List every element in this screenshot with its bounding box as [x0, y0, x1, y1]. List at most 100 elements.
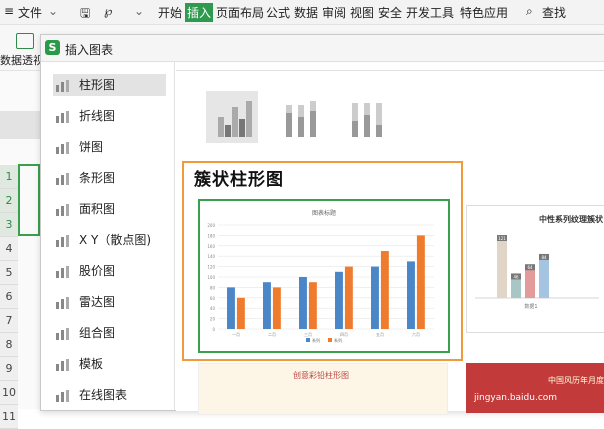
legend-swatch: [306, 338, 310, 342]
preview-neutral-texture[interactable]: 中性系列纹理簇状 121 46 64 84 数据1: [466, 205, 604, 333]
menu-view[interactable]: 视图: [350, 4, 374, 21]
y-tick-label: 140: [207, 254, 215, 259]
x-tick-label: 四月: [340, 332, 348, 337]
row-header[interactable]: 2: [0, 189, 18, 213]
y-tick-label: 60: [210, 296, 216, 301]
pivot-table-icon[interactable]: [16, 33, 34, 49]
chart-type-item[interactable]: 股价图: [53, 260, 166, 282]
menu-file[interactable]: 文件: [18, 4, 42, 21]
bar: [272, 287, 281, 329]
chart-type-item[interactable]: 组合图: [53, 322, 166, 344]
bar: [308, 282, 317, 329]
chart-type-list: 柱形图折线图饼图条形图面积图 X Y（散点图) 股价图雷达图组合图模板在线图表: [41, 62, 175, 410]
bar: [299, 277, 307, 329]
bar: [539, 254, 549, 298]
chart-type-label: 组合图: [79, 326, 116, 340]
bar-chart-icon: [55, 171, 71, 185]
bar: [407, 261, 415, 329]
y-tick-label: 100: [207, 275, 215, 280]
menu-icon[interactable]: ≡: [4, 4, 14, 18]
menu-review[interactable]: 审阅: [322, 4, 346, 21]
chart-type-label: 模板: [79, 357, 104, 371]
row-header[interactable]: 3: [0, 213, 18, 237]
format-painter-icon[interactable]: ℘: [104, 4, 112, 18]
legend-label: 系列: [334, 337, 342, 343]
bar: [227, 287, 235, 329]
wps-logo-icon: S: [45, 40, 60, 55]
chevron-down-icon[interactable]: ⌄: [48, 4, 58, 18]
chart-type-label: 雷达图: [79, 295, 116, 309]
chart-type-item[interactable]: 饼图: [53, 136, 166, 158]
bar: [344, 266, 353, 329]
menu-start[interactable]: 开始: [158, 4, 182, 21]
chart-type-item[interactable]: 条形图: [53, 167, 166, 189]
row-header[interactable]: 4: [0, 237, 18, 261]
row-header[interactable]: 9: [0, 357, 18, 381]
y-tick-label: 0: [212, 327, 215, 332]
chart-type-item[interactable]: 模板: [53, 353, 166, 375]
column-chart-icon: [55, 78, 71, 92]
chart-type-item[interactable]: 折线图: [53, 105, 166, 127]
scatter-chart-icon: [55, 233, 71, 247]
preview-creative-pencil[interactable]: 创意彩铅柱形图: [198, 363, 448, 415]
x-tick-label: 六月: [412, 331, 420, 337]
y-tick-label: 120: [207, 265, 215, 270]
template-icon: [55, 357, 71, 371]
menu-page-layout[interactable]: 页面布局: [216, 4, 264, 21]
preview2-title: 中性系列纹理簇状: [539, 215, 603, 224]
clustered-column-chart: 图表标题 0 20 40 60 80 100 120 140 160 180 200 一月 二月 三月 四月 五…: [207, 209, 434, 343]
pivot-table-label[interactable]: 数据透视: [0, 52, 44, 68]
chart-type-label: X Y（散点图): [79, 233, 152, 247]
search-label[interactable]: 查找: [542, 4, 566, 21]
y-tick-label: 20: [210, 317, 216, 322]
menu-developer[interactable]: 开发工具: [406, 4, 454, 21]
chart-type-label: 在线图表: [79, 388, 128, 402]
chart-type-item[interactable]: 在线图表: [53, 384, 166, 406]
y-tick-label: 160: [207, 244, 215, 249]
menu-insert[interactable]: 插入: [185, 3, 214, 22]
bar: [371, 266, 379, 329]
menu-security[interactable]: 安全: [378, 4, 402, 21]
chart-type-item[interactable]: X Y（散点图): [53, 229, 166, 251]
chart-title: 图表标题: [312, 209, 336, 217]
bar: [416, 235, 425, 329]
row-header[interactable]: 8: [0, 333, 18, 357]
menu-features[interactable]: 特色应用: [460, 4, 508, 21]
row-header[interactable]: 1: [0, 165, 18, 189]
preview3-title: 创意彩铅柱形图: [293, 371, 349, 380]
preview-clustered-column[interactable]: 图表标题 0 20 40 60 80 100 120 140 160 180 200 一月 二月 三月 四月 五…: [198, 199, 450, 353]
row-header[interactable]: 10: [0, 381, 18, 405]
search-icon[interactable]: ⌕: [526, 4, 533, 19]
chart-type-label: 饼图: [79, 140, 104, 154]
save-icon[interactable]: 🖫: [80, 4, 90, 25]
bar: [263, 282, 271, 329]
legend-label: 系列: [312, 337, 320, 343]
subtype-percent-stacked-column[interactable]: [342, 91, 394, 143]
subtype-stacked-column[interactable]: [274, 91, 326, 143]
bar-value-label: 121: [498, 236, 506, 241]
menu-data[interactable]: 数据: [294, 4, 318, 21]
bar: [497, 236, 507, 298]
menu-formula[interactable]: 公式: [266, 4, 290, 21]
chart-type-item[interactable]: 面积图: [53, 198, 166, 220]
bar-value-label: 46: [513, 274, 519, 279]
row-header[interactable]: 5: [0, 261, 18, 285]
bar: [236, 297, 245, 329]
chart-type-label: 柱形图: [79, 78, 116, 92]
variant-title: 簇状柱形图: [194, 170, 284, 190]
area-chart-icon: [55, 202, 71, 216]
y-tick-label: 200: [207, 223, 215, 228]
x-tick-label: 二月: [268, 332, 276, 337]
menu-bar: ≡ 文件 ⌄ 🖫 ℘ ⌄ 开始 插入 页面布局 公式 数据 审阅 视图 安全 开…: [0, 0, 604, 25]
dialog-titlebar[interactable]: S 插入图表: [41, 35, 604, 62]
subtype-clustered-column[interactable]: [206, 91, 258, 143]
bar: [335, 271, 343, 329]
chart-type-item[interactable]: 雷达图: [53, 291, 166, 313]
chevron-down-icon[interactable]: ⌄: [134, 4, 144, 18]
chart-type-label: 折线图: [79, 109, 116, 123]
row-header[interactable]: 7: [0, 309, 18, 333]
preview-chinese-style[interactable]: 中国风历年月度 jingyan.baidu.com: [466, 363, 604, 413]
row-header[interactable]: 6: [0, 285, 18, 309]
chart-type-item[interactable]: 柱形图: [53, 74, 166, 96]
legend-swatch: [328, 338, 332, 342]
